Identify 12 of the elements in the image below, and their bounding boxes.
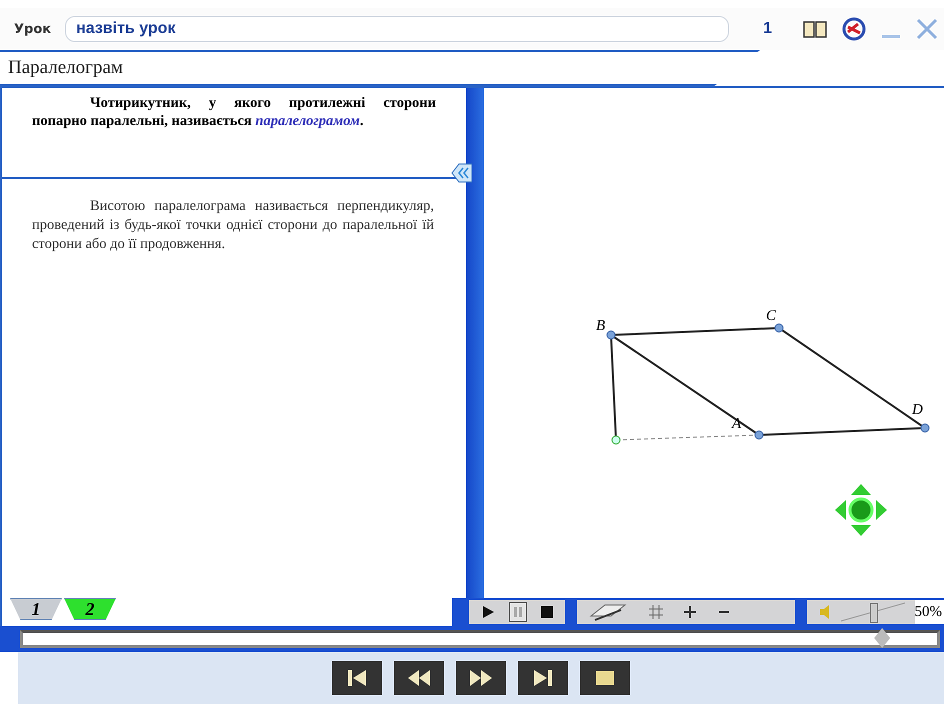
lesson-label: Урок [14,22,52,36]
point-label: D [912,402,923,418]
note-text: Висотою паралелограма називається перпендикуляр, проведений із будь-якої точки однієї сторони до паралельної їй сторони або до її продовження. [31,197,435,254]
lesson-name-field[interactable]: назвіть урок [65,16,730,42]
point-label: A [732,416,742,432]
point-label: B [596,318,606,334]
zoom-value: 50% [914,600,944,624]
topic-title: Паралелограм [7,57,123,79]
point-label: C [766,308,776,324]
page-tab[interactable]: 2 [64,598,116,620]
page-number: 1 [763,20,772,38]
page-tab[interactable]: 1 [10,598,62,620]
